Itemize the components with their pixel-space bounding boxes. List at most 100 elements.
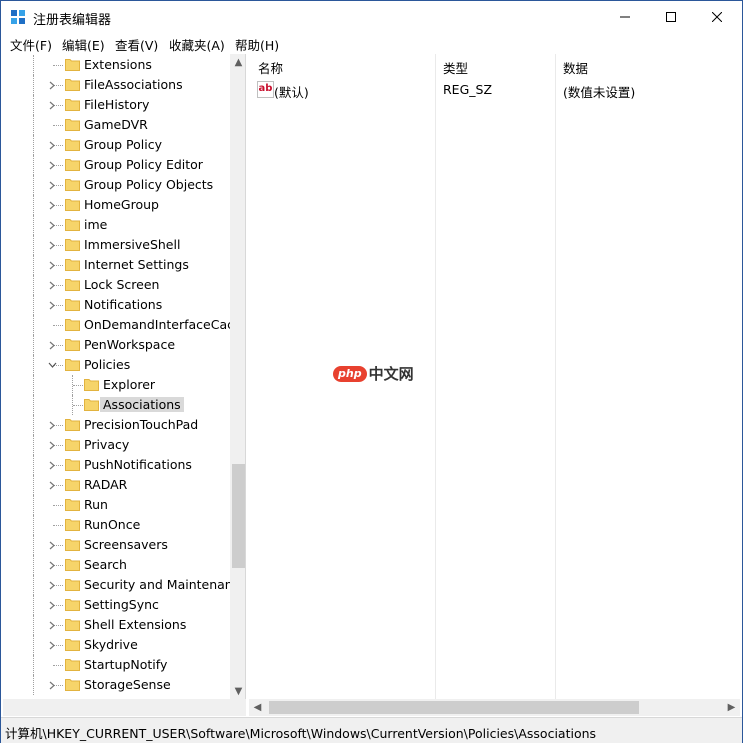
folder-icon <box>65 279 80 291</box>
tree-item[interactable]: ime <box>3 215 233 235</box>
tree-item[interactable]: GameDVR <box>3 115 233 135</box>
tree-guide-line <box>33 615 34 635</box>
tree-item[interactable]: Explorer <box>3 375 233 395</box>
chevron-right-icon[interactable] <box>45 258 59 272</box>
scroll-left-arrow-icon[interactable]: ◀ <box>249 699 266 716</box>
menu-edit[interactable]: 编辑(E) <box>62 35 105 54</box>
tree-guide-line <box>53 325 63 326</box>
chevron-right-icon[interactable] <box>45 198 59 212</box>
values-list[interactable]: 名称 类型 数据 ab (默认) REG_SZ (数值未设置) php 中文网 <box>249 54 740 699</box>
tree-item-label: Group Policy Editor <box>84 157 203 172</box>
chevron-right-icon[interactable] <box>45 558 59 572</box>
chevron-right-icon[interactable] <box>45 158 59 172</box>
chevron-right-icon[interactable] <box>45 538 59 552</box>
tree-item[interactable]: Privacy <box>3 435 233 455</box>
tree-item[interactable]: Screensavers <box>3 535 233 555</box>
column-divider[interactable] <box>555 54 556 699</box>
tree-horizontal-scrollbar[interactable] <box>3 699 246 716</box>
tree-item[interactable]: PushNotifications <box>3 455 233 475</box>
close-icon <box>712 12 722 22</box>
tree-item[interactable]: Internet Settings <box>3 255 233 275</box>
scroll-right-arrow-icon[interactable]: ▶ <box>723 699 740 716</box>
tree-item[interactable]: Extensions <box>3 55 233 75</box>
chevron-right-icon[interactable] <box>45 238 59 252</box>
tree-vertical-scrollbar[interactable]: ▲ ▼ <box>230 54 245 699</box>
tree-item[interactable]: StartupNotify <box>3 655 233 675</box>
tree-item[interactable]: Lock Screen <box>3 275 233 295</box>
tree-item[interactable]: Security and Maintenanc <box>3 575 240 595</box>
chevron-right-icon[interactable] <box>45 78 59 92</box>
tree-guide-line <box>33 55 34 75</box>
tree-item[interactable]: Policies <box>3 355 233 375</box>
title-bar[interactable]: 注册表编辑器 <box>1 1 742 33</box>
tree-item[interactable]: RADAR <box>3 475 233 495</box>
scroll-thumb[interactable] <box>269 701 639 714</box>
tree-item[interactable]: PrecisionTouchPad <box>3 415 233 435</box>
minimize-button[interactable] <box>602 1 648 33</box>
folder-icon <box>65 219 80 231</box>
chevron-right-icon[interactable] <box>45 598 59 612</box>
chevron-right-icon[interactable] <box>45 338 59 352</box>
tree-item[interactable]: HomeGroup <box>3 195 233 215</box>
chevron-right-icon[interactable] <box>45 578 59 592</box>
tree-item[interactable]: FileAssociations <box>3 75 233 95</box>
tree-item[interactable]: Group Policy Objects <box>3 175 233 195</box>
tree-item[interactable]: StorageSense <box>3 675 233 695</box>
chevron-right-icon[interactable] <box>45 458 59 472</box>
chevron-right-icon[interactable] <box>45 638 59 652</box>
tree-item[interactable]: Associations <box>3 395 233 415</box>
tree-item[interactable]: RunOnce <box>3 515 233 535</box>
tree-item[interactable]: PenWorkspace <box>3 335 233 355</box>
chevron-right-icon[interactable] <box>45 278 59 292</box>
chevron-right-icon[interactable] <box>45 218 59 232</box>
menu-file[interactable]: 文件(F) <box>10 35 52 54</box>
tree-guide-line <box>33 375 34 395</box>
tree-item[interactable]: Group Policy Editor <box>3 155 233 175</box>
tree-item-label: Privacy <box>84 437 130 452</box>
chevron-down-icon[interactable] <box>45 358 59 372</box>
tree-guide-line <box>33 595 34 615</box>
chevron-right-icon[interactable] <box>45 138 59 152</box>
tree-item[interactable]: ImmersiveShell <box>3 235 233 255</box>
tree-item[interactable]: OnDemandInterfaceCach <box>3 315 242 335</box>
scroll-thumb[interactable] <box>232 464 245 568</box>
column-divider[interactable] <box>435 54 436 699</box>
maximize-button[interactable] <box>648 1 694 33</box>
tree-item[interactable]: Search <box>3 555 233 575</box>
column-header-type[interactable]: 类型 <box>443 58 468 77</box>
tree-item[interactable]: Group Policy <box>3 135 233 155</box>
folder-icon <box>65 619 80 631</box>
chevron-right-icon[interactable] <box>45 678 59 692</box>
tree-guide-line <box>33 215 34 235</box>
chevron-right-icon[interactable] <box>45 418 59 432</box>
column-header-name[interactable]: 名称 <box>258 58 283 77</box>
chevron-right-icon[interactable] <box>45 298 59 312</box>
column-header-data[interactable]: 数据 <box>563 58 588 77</box>
scroll-up-arrow-icon[interactable]: ▲ <box>230 54 245 70</box>
tree-item[interactable]: Notifications <box>3 295 233 315</box>
menu-help[interactable]: 帮助(H) <box>235 35 279 54</box>
minimize-icon <box>620 16 630 18</box>
scroll-down-arrow-icon[interactable]: ▼ <box>230 683 245 699</box>
tree-guide-line <box>53 505 63 506</box>
chevron-right-icon[interactable] <box>45 618 59 632</box>
menu-favorites[interactable]: 收藏夹(A) <box>169 35 225 54</box>
tree-item-label: PrecisionTouchPad <box>84 417 199 432</box>
tree-item-label: OnDemandInterfaceCach <box>84 317 242 332</box>
tree-item[interactable]: FileHistory <box>3 95 233 115</box>
tree-guide-line <box>33 635 34 655</box>
chevron-right-icon[interactable] <box>45 98 59 112</box>
chevron-right-icon[interactable] <box>45 178 59 192</box>
tree-guide-line <box>33 175 34 195</box>
value-row[interactable]: ab (默认) REG_SZ (数值未设置) <box>255 80 735 100</box>
menu-view[interactable]: 查看(V) <box>115 35 158 54</box>
tree-item[interactable]: Shell Extensions <box>3 615 233 635</box>
values-horizontal-scrollbar[interactable]: ◀ ▶ <box>249 699 740 716</box>
tree-item[interactable]: SettingSync <box>3 595 233 615</box>
tree-item[interactable]: Skydrive <box>3 635 233 655</box>
registry-tree[interactable]: Extensions FileAssociations FileHistory Gam… <box>3 54 246 699</box>
close-button[interactable] <box>694 1 740 33</box>
tree-item[interactable]: Run <box>3 495 233 515</box>
chevron-right-icon[interactable] <box>45 478 59 492</box>
chevron-right-icon[interactable] <box>45 438 59 452</box>
